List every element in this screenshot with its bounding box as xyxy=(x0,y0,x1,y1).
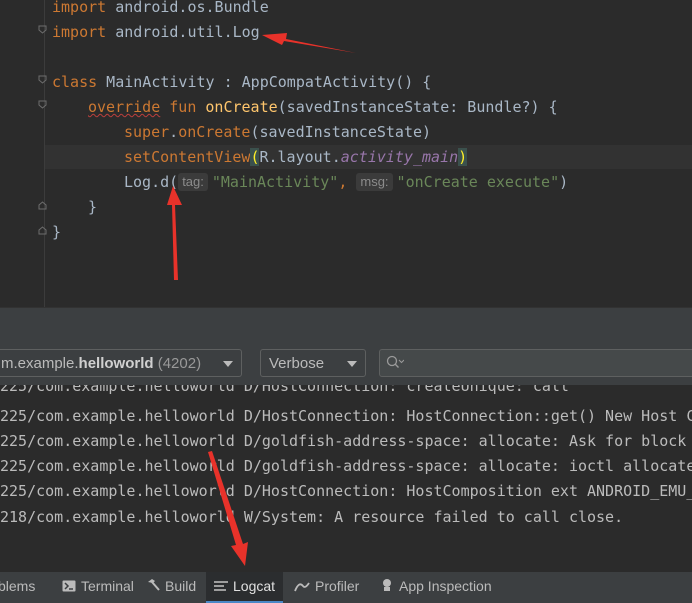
tab-profiler[interactable]: Profiler xyxy=(288,572,365,603)
code-line-9[interactable]: } xyxy=(88,195,97,219)
code-text: R.layout. xyxy=(259,148,341,166)
tab-terminal[interactable]: Terminal xyxy=(56,572,140,603)
profiler-icon xyxy=(294,573,310,602)
code-line-1[interactable]: import android.os.Bundle xyxy=(52,0,269,19)
code-line-10[interactable]: } xyxy=(52,220,61,244)
logcat-icon xyxy=(214,573,228,602)
log-line: 225/com.example.helloworld D/HostConnect… xyxy=(0,385,569,395)
tab-label: Build xyxy=(165,578,197,594)
tab-app-inspection[interactable]: App Inspection xyxy=(374,572,498,603)
tab-logcat[interactable]: Logcat xyxy=(206,572,284,603)
process-prefix: m.example. xyxy=(1,355,79,372)
process-selector[interactable]: m.example.helloworld (4202) xyxy=(0,349,242,377)
keyword: class xyxy=(52,73,98,91)
app-inspection-icon xyxy=(380,573,394,602)
tab-build[interactable]: Build xyxy=(140,572,202,603)
logcat-toolbar: m.example.helloworld (4202) Verbose xyxy=(0,343,692,385)
search-icon[interactable] xyxy=(386,355,405,375)
log-line: 225/com.example.helloworld D/HostConnect… xyxy=(0,407,692,425)
terminal-icon xyxy=(62,573,76,602)
chevron-down-icon xyxy=(223,361,233,367)
keyword: import xyxy=(52,23,107,41)
tool-window-bar: blems Terminal Build Logcat Profiler App… xyxy=(0,571,692,603)
closing-brace: } xyxy=(88,198,98,216)
tab-label: Profiler xyxy=(315,578,360,594)
bracket: ) xyxy=(458,148,468,166)
code-text: (savedInstanceState: Bundle?) { xyxy=(277,98,558,116)
parent-class: AppCompatActivity xyxy=(241,73,396,91)
logcat-output[interactable]: 225/com.example.helloworld D/HostConnect… xyxy=(0,385,692,571)
function-name: onCreate xyxy=(205,98,278,116)
class-name: MainActivity : xyxy=(97,73,242,91)
param-hint-tag: tag: xyxy=(178,173,208,191)
log-line: 225/com.example.helloworld D/goldfish-ad… xyxy=(0,432,687,450)
keyword: super xyxy=(124,123,170,141)
code-text: ) xyxy=(559,173,569,191)
method-call: Log.d( xyxy=(124,173,179,191)
log-line: 225/com.example.helloworld D/HostConnect… xyxy=(0,482,692,500)
keyword: fun xyxy=(160,98,206,116)
closing-brace: } xyxy=(52,223,62,241)
search-input[interactable] xyxy=(379,349,692,377)
param-hint-msg: msg: xyxy=(356,173,393,191)
code-text: (savedInstanceState) xyxy=(250,123,432,141)
override-keyword: override xyxy=(88,98,161,116)
fold-marker-icon[interactable] xyxy=(38,201,47,210)
process-name: helloworld xyxy=(78,355,154,372)
code-line-4[interactable]: class MainActivity : AppCompatActivity()… xyxy=(52,70,431,94)
log-level-value: Verbose xyxy=(269,355,325,372)
field-name: activity_main xyxy=(340,148,459,166)
keyword: import xyxy=(52,0,107,16)
fold-marker-icon[interactable] xyxy=(38,226,47,235)
string-literal: "MainActivity" xyxy=(211,173,339,191)
log-level-selector[interactable]: Verbose xyxy=(260,349,366,377)
code-text: android.os.Bundle xyxy=(106,0,269,16)
tab-label: App Inspection xyxy=(399,578,492,594)
fold-marker-icon[interactable] xyxy=(38,100,47,109)
string-literal: "onCreate execute" xyxy=(396,173,560,191)
tab-problems[interactable]: blems xyxy=(0,572,41,603)
tab-label: blems xyxy=(0,578,36,594)
code-text: . xyxy=(169,123,179,141)
tab-label: Logcat xyxy=(233,578,276,594)
code-line-8[interactable]: Log.d(tag: "MainActivity", msg: "onCreate … xyxy=(124,170,568,194)
code-line-7[interactable]: setContentView(R.layout.activity_main) xyxy=(124,145,468,169)
process-pid: (4202) xyxy=(153,355,202,372)
method-call: onCreate xyxy=(178,123,251,141)
log-line-warning: 218/com.example.helloworld W/System: A r… xyxy=(0,508,624,526)
comma: , xyxy=(338,173,357,191)
code-text: () { xyxy=(395,73,432,91)
method-call: setContentView xyxy=(124,148,251,166)
logcat-panel-header xyxy=(0,307,692,344)
fold-marker-icon[interactable] xyxy=(38,25,47,34)
tab-label: Terminal xyxy=(81,578,134,594)
log-line: 225/com.example.helloworld D/goldfish-ad… xyxy=(0,457,692,475)
chevron-down-icon xyxy=(347,361,357,367)
code-editor[interactable]: import android.os.Bundle import android.… xyxy=(0,0,692,307)
code-line-5[interactable]: override fun onCreate(savedInstanceState… xyxy=(88,95,558,119)
code-line-6[interactable]: super.onCreate(savedInstanceState) xyxy=(124,120,431,144)
code-line-2[interactable]: import android.util.Log xyxy=(52,20,260,44)
fold-marker-icon[interactable] xyxy=(38,75,47,84)
hammer-icon xyxy=(146,573,160,602)
code-text: android.util.Log xyxy=(106,23,260,41)
